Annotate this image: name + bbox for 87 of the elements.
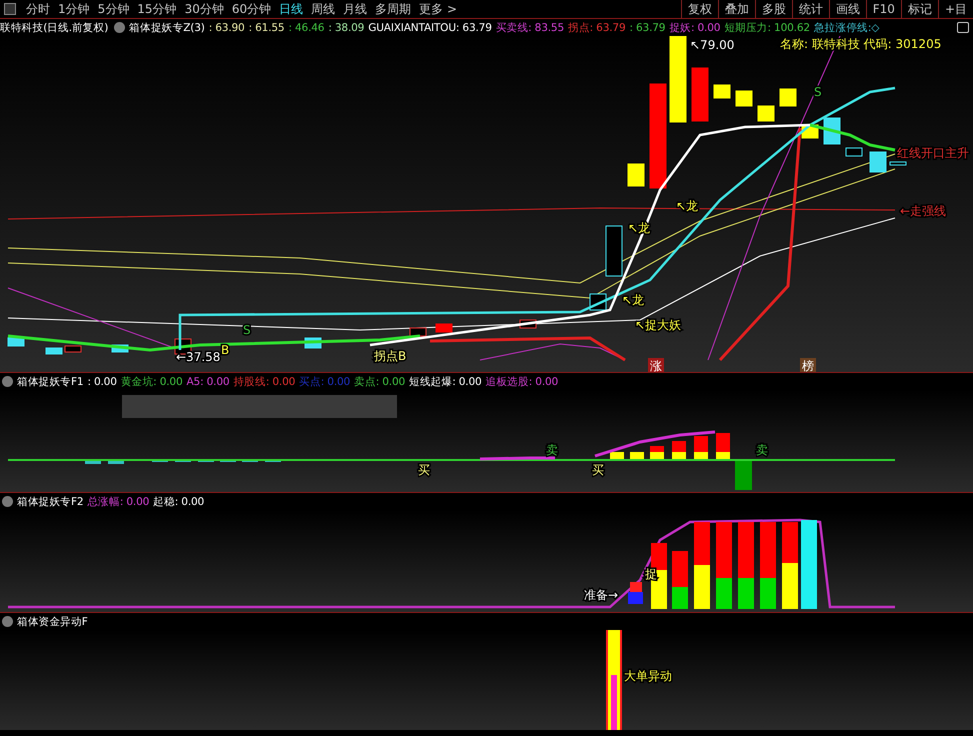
signal-block: [630, 582, 642, 592]
dropdown-icon[interactable]: [2, 376, 13, 387]
period-tab[interactable]: 月线: [339, 0, 372, 18]
indicator-value: 捉妖: 0.00: [669, 20, 720, 34]
chart-label: B: [221, 343, 230, 357]
candlestick: [780, 88, 796, 106]
indicator-value: 总涨幅: 0.00: [87, 494, 150, 508]
chart-label: 名称: 联特科技 代码: 301205: [780, 37, 942, 51]
indicator-value: 持股线: 0.00: [233, 374, 296, 388]
histogram-bar: [650, 446, 664, 460]
histogram-bar: [108, 460, 124, 464]
histogram-bar: [694, 436, 708, 460]
histogram-bar: [716, 433, 730, 460]
indicator-value: : 63.90: [208, 22, 245, 34]
signal-badge: 榜: [800, 358, 816, 372]
candlestick: [714, 84, 730, 98]
chart-label: ←走强线: [900, 204, 946, 218]
period-tab[interactable]: 30分钟: [180, 0, 228, 18]
chart-label: 买: [592, 463, 604, 477]
candlestick: [870, 152, 886, 172]
indicator-name: 箱体捉妖专Z(3): [129, 20, 205, 34]
indicator-value: 买点: 0.00: [299, 374, 350, 388]
indicator-value: : 0.00: [87, 376, 117, 388]
candlestick: [736, 90, 752, 106]
period-tab[interactable]: 日线: [275, 0, 308, 18]
chart-label: 买: [418, 463, 430, 477]
chart-label: 红线开口主升: [897, 146, 969, 160]
candlestick: [606, 226, 622, 276]
period-tab[interactable]: 15分钟: [133, 0, 181, 18]
chart-label: ↖龙: [622, 293, 644, 307]
indicator-name: 箱体捉妖专F1: [17, 374, 84, 388]
chart-label: 拐点B: [374, 349, 406, 363]
candlestick: [46, 348, 62, 354]
period-tab[interactable]: 多周期: [371, 0, 416, 18]
indicator-value: : 46.46: [288, 22, 324, 34]
chart-label: ←37.58: [176, 350, 220, 364]
histogram-bar: [672, 551, 688, 609]
period-tab[interactable]: 更多 >: [415, 0, 461, 18]
indicator-value: 卖点: 0.00: [354, 374, 406, 388]
period-tab[interactable]: 5分钟: [94, 0, 134, 18]
period-tab[interactable]: 60分钟: [228, 0, 276, 18]
window-icon[interactable]: [4, 3, 16, 15]
dropdown-icon[interactable]: [2, 616, 13, 627]
indicator-value: 短线起爆: 0.00: [409, 374, 482, 388]
indicator-value: GUAIXIANTAITOU: 63.79: [368, 22, 492, 34]
indicator-value: 追板选股: 0.00: [486, 374, 558, 388]
indicator-value: : 38.09: [328, 22, 364, 34]
candlestick: [8, 338, 24, 346]
candlestick: [64, 346, 82, 352]
chart-label: 大单异动: [624, 669, 672, 683]
histogram-bar: [735, 460, 752, 490]
dropdown-icon[interactable]: [2, 496, 13, 507]
indicator-value: A5: 0.00: [186, 376, 230, 388]
indicator-value: 急拉涨停线:◇: [814, 20, 880, 34]
dropdown-icon[interactable]: [114, 22, 126, 33]
period-tab[interactable]: 分时: [22, 0, 54, 18]
histogram-bar: [672, 441, 686, 460]
indicator-name: 箱体捉妖专F2: [17, 494, 84, 508]
period-tab[interactable]: 周线: [307, 0, 340, 18]
indicator-value: : 61.55: [248, 22, 284, 34]
chart-label: 卖: [546, 443, 558, 457]
indicator-value: 买卖线: 83.55: [496, 20, 564, 34]
chart-label: S: [243, 323, 251, 337]
chart-label: S: [814, 85, 822, 99]
chart-label: ↖捉大妖: [635, 318, 682, 332]
signal-block: [628, 592, 643, 604]
period-tab[interactable]: 1分钟: [54, 0, 94, 18]
indicator-value: 起稳: 0.00: [153, 494, 204, 508]
indicator-value: 短期压力: 100.62: [724, 20, 810, 34]
chart-label: ↖79.00: [690, 38, 734, 52]
panel-toggle-icon[interactable]: [957, 22, 969, 33]
indicator-value: 黄金坑: 0.00: [120, 374, 182, 388]
candlestick: [846, 148, 862, 156]
histogram-bar: [85, 460, 101, 464]
indicator-name: 箱体资金异动F: [17, 614, 88, 628]
candlestick: [692, 68, 708, 122]
chart-label: 卖: [756, 443, 768, 457]
indicator-value: : 63.79: [629, 22, 666, 34]
signal-badge: 涨: [648, 358, 664, 372]
stock-title: 联特科技(日线.前复权): [0, 20, 108, 34]
candlestick: [890, 162, 906, 166]
candlestick: [628, 164, 644, 186]
candlestick: [410, 328, 426, 336]
chart-label: 准备→: [584, 588, 618, 602]
candlestick: [436, 324, 452, 332]
candlestick: [758, 106, 774, 122]
indicator-value: 拐点: 63.79: [568, 20, 626, 34]
